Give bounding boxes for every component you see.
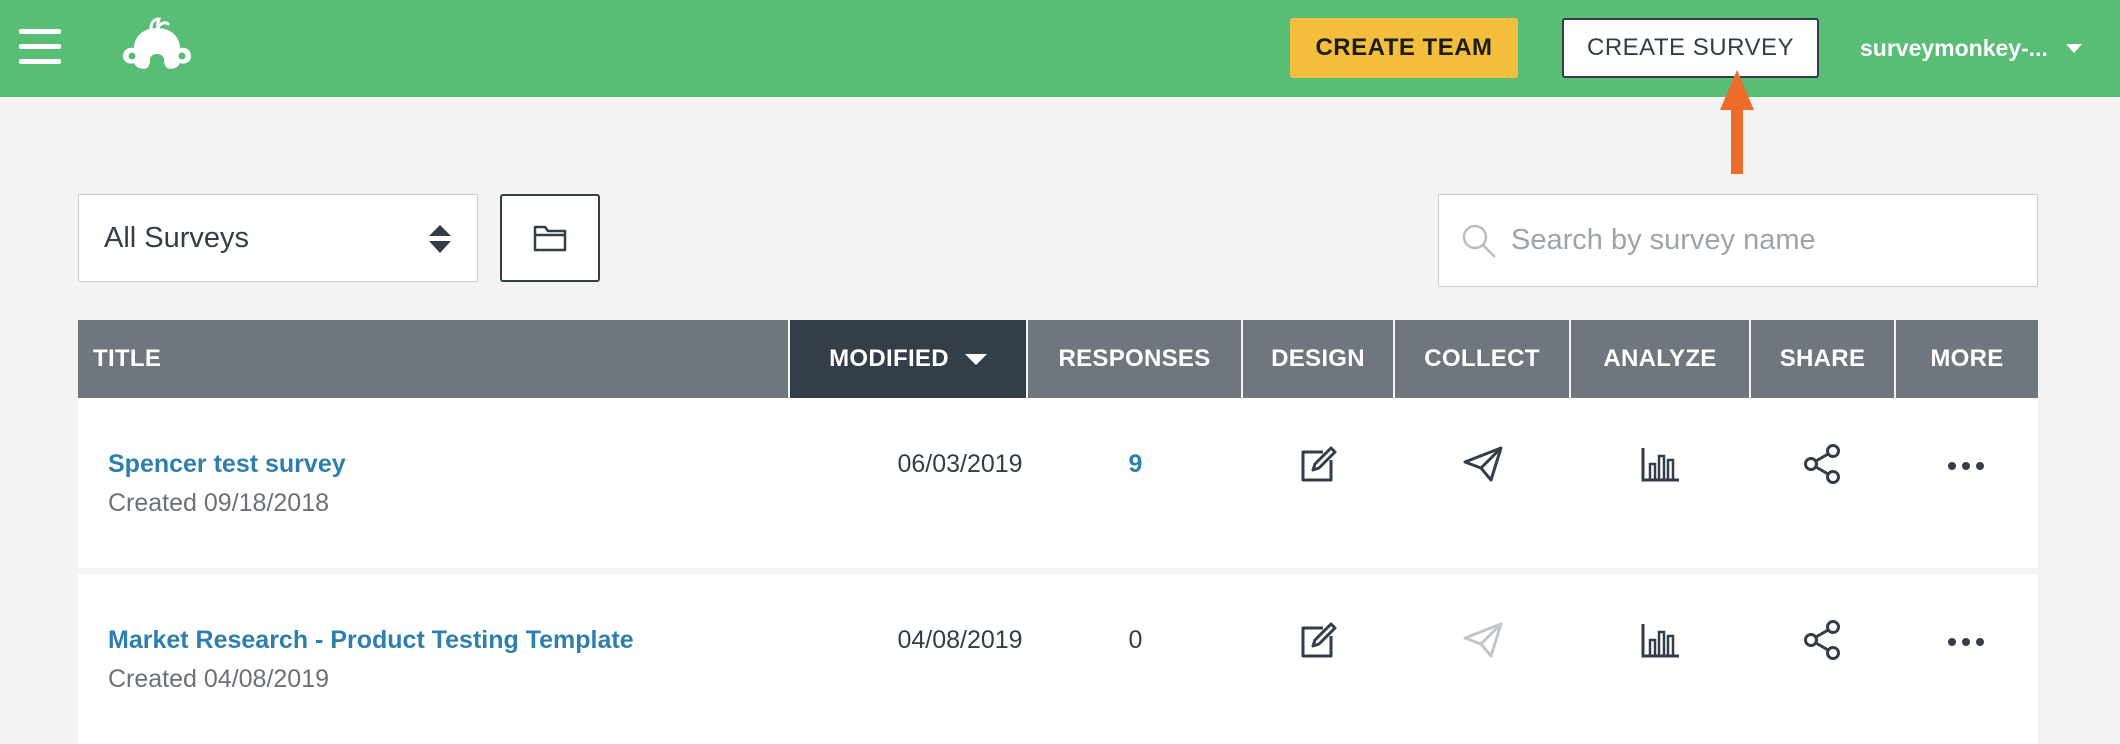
folder-icon xyxy=(533,225,567,252)
search-icon xyxy=(1462,224,1496,258)
share-icon xyxy=(1804,444,1840,484)
survey-title-cell: Market Research - Product Testing Templa… xyxy=(108,626,634,694)
edit-icon xyxy=(1301,446,1337,482)
collect-responses-button[interactable] xyxy=(1461,442,1505,486)
bar-chart-icon xyxy=(1641,448,1679,482)
create-team-button[interactable]: CREATE TEAM xyxy=(1290,18,1518,78)
bar-chart-icon xyxy=(1641,624,1679,658)
top-navigation-bar: CREATE TEAM CREATE SURVEY surveymonkey-.… xyxy=(0,0,2120,97)
column-header-collect[interactable]: COLLECT xyxy=(1395,320,1571,398)
column-header-design[interactable]: DESIGN xyxy=(1243,320,1395,398)
sort-desc-icon xyxy=(964,353,987,365)
column-header-title[interactable]: TITLE xyxy=(78,320,790,398)
column-header-analyze[interactable]: ANALYZE xyxy=(1571,320,1751,398)
surveymonkey-logo[interactable] xyxy=(120,16,194,72)
share-icon xyxy=(1804,620,1840,660)
responses-count: 0 xyxy=(1128,626,1143,654)
share-survey-button[interactable] xyxy=(1801,618,1845,662)
survey-filter-select[interactable]: All Surveys xyxy=(78,194,478,282)
design-survey-button[interactable] xyxy=(1297,442,1341,486)
created-date: Created 09/18/2018 xyxy=(108,489,330,517)
hamburger-menu-icon[interactable] xyxy=(19,29,61,65)
column-header-responses[interactable]: RESPONSES xyxy=(1028,320,1243,398)
send-icon xyxy=(1463,622,1503,658)
collect-responses-button-disabled xyxy=(1461,618,1505,662)
create-survey-button[interactable]: CREATE SURVEY xyxy=(1562,18,1819,78)
column-header-modified-label: MODIFIED xyxy=(829,345,949,372)
survey-filter-value: All Surveys xyxy=(104,221,250,254)
survey-table-header: TITLE MODIFIED RESPONSES DESIGN COLLECT … xyxy=(78,320,2038,398)
send-icon xyxy=(1463,446,1503,482)
annotation-arrow-icon xyxy=(1720,70,1754,174)
table-row: Market Research - Product Testing Templa… xyxy=(78,574,2038,744)
responses-count-link[interactable]: 9 xyxy=(1129,450,1143,478)
select-updown-icon xyxy=(429,225,451,253)
search-box xyxy=(1438,194,2038,287)
folder-button[interactable] xyxy=(500,194,600,282)
edit-icon xyxy=(1301,622,1337,658)
created-date: Created 04/08/2019 xyxy=(108,665,330,693)
more-options-button[interactable] xyxy=(1944,442,1988,486)
column-header-more[interactable]: MORE xyxy=(1896,320,2038,398)
column-header-share[interactable]: SHARE xyxy=(1751,320,1896,398)
more-dots-icon xyxy=(1948,638,1984,646)
more-dots-icon xyxy=(1948,462,1984,470)
user-account-menu[interactable]: surveymonkey-... xyxy=(1860,28,2082,68)
chevron-down-icon xyxy=(2065,43,2082,53)
column-header-modified[interactable]: MODIFIED xyxy=(790,320,1028,398)
analyze-results-button[interactable] xyxy=(1639,618,1683,662)
search-input[interactable] xyxy=(1511,195,2021,286)
survey-title-link[interactable]: Spencer test survey xyxy=(108,450,346,479)
more-options-button[interactable] xyxy=(1944,618,1988,662)
survey-title-cell: Spencer test survey Created 09/18/2018 xyxy=(108,450,346,518)
username-label: surveymonkey-... xyxy=(1860,34,2048,61)
survey-title-link[interactable]: Market Research - Product Testing Templa… xyxy=(108,626,634,655)
design-survey-button[interactable] xyxy=(1297,618,1341,662)
share-survey-button[interactable] xyxy=(1801,442,1845,486)
table-row: Spencer test survey Created 09/18/2018 0… xyxy=(78,398,2038,568)
analyze-results-button[interactable] xyxy=(1639,442,1683,486)
